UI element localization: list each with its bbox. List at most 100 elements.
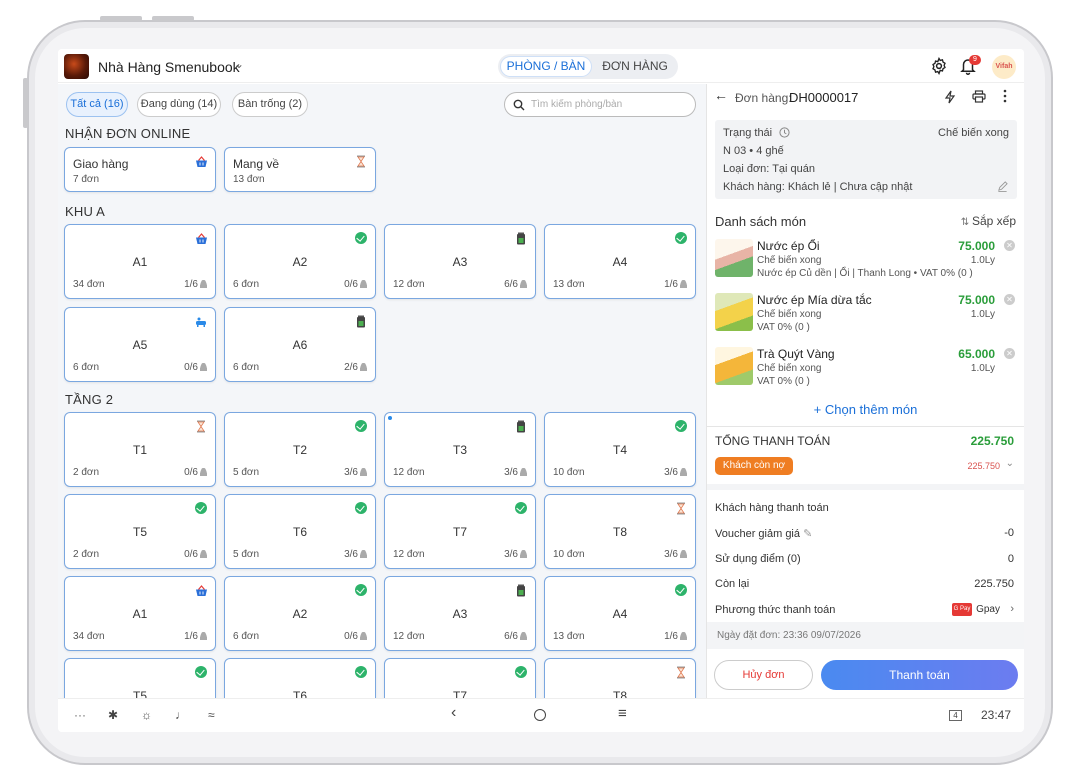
- table-card-a4[interactable]: A4 13 đơn 1/6: [544, 576, 696, 651]
- filter-busy[interactable]: Đang dùng (14): [137, 92, 221, 117]
- order-header: ← Đơn hàng: DH0000017: [707, 84, 1024, 110]
- seat-count: 0/6: [344, 631, 367, 642]
- brightness-icon[interactable]: ☼: [141, 708, 152, 722]
- remove-icon[interactable]: ✕: [1004, 294, 1015, 305]
- store-name[interactable]: Nhà Hàng Smenubook: [98, 59, 240, 75]
- table-card-t5[interactable]: T5 2 đơn 0/6: [64, 494, 216, 569]
- table-card-t7[interactable]: T7: [384, 658, 536, 698]
- table-card-a3[interactable]: A3 12 đơn 6/6: [384, 576, 536, 651]
- table-card-t6[interactable]: T6 5 đơn 3/6: [224, 494, 376, 569]
- delivery-count: 7 đơn: [73, 174, 100, 185]
- volume-icon[interactable]: ♩: [175, 708, 187, 722]
- table-card-t5[interactable]: T5: [64, 658, 216, 698]
- bluetooth-icon[interactable]: ✱: [108, 708, 118, 722]
- table-name: A3: [452, 607, 468, 621]
- seat-count: 1/6: [664, 279, 687, 290]
- split-icon[interactable]: [944, 90, 956, 104]
- table-card-t1[interactable]: T1 2 đơn 0/6: [64, 412, 216, 487]
- gear-icon[interactable]: [930, 57, 948, 75]
- seat-count: 0/6: [344, 279, 367, 290]
- order-type: Loại đơn: Tại quán: [723, 163, 816, 175]
- avatar[interactable]: Vifah: [992, 55, 1016, 79]
- recents-icon[interactable]: ≡: [618, 705, 627, 722]
- section-floor-2: TẦNG 2: [65, 392, 114, 407]
- table-name: T4: [612, 443, 627, 457]
- table-card-a2[interactable]: A2 6 đơn 0/6: [224, 576, 376, 651]
- remove-icon[interactable]: ✕: [1004, 348, 1015, 359]
- order-count: 5 đơn: [233, 549, 260, 560]
- cancel-order-button[interactable]: Hủy đơn: [714, 660, 813, 690]
- person-icon: [520, 632, 527, 640]
- filter-all[interactable]: Tất cả (16): [66, 92, 128, 117]
- section-online: NHẬN ĐƠN ONLINE: [65, 126, 191, 141]
- battery-icon: [355, 315, 367, 328]
- table-card-a2[interactable]: A2 6 đơn 0/6: [224, 224, 376, 299]
- top-bar: Nhà Hàng Smenubook ⌄ PHÒNG / BÀN ĐƠN HÀN…: [58, 49, 1024, 83]
- check-icon: [675, 420, 687, 432]
- check-icon: [675, 232, 687, 244]
- sort-button[interactable]: ⇅ Sắp xếp: [961, 214, 1016, 228]
- table-card-a1[interactable]: A1 34 đơn 1/6: [64, 576, 216, 651]
- tab-orders[interactable]: ĐƠN HÀNG: [594, 56, 676, 77]
- online-takeaway-card[interactable]: Mang về 13 đơn: [224, 147, 376, 192]
- remove-icon[interactable]: ✕: [1004, 240, 1015, 251]
- order-item[interactable]: Nước ép Mía dừa tắc Chế biến xong VAT 0% (…: [707, 293, 1024, 345]
- delivery-label: Giao hàng: [73, 157, 129, 171]
- table-card-a3[interactable]: A3 12 đơn 6/6: [384, 224, 536, 299]
- clock-icon: [779, 127, 790, 138]
- table-card-t4[interactable]: T4 10 đơn 3/6: [544, 412, 696, 487]
- table-card-t7[interactable]: T7 12 đơn 3/6: [384, 494, 536, 569]
- chevron-down-icon[interactable]: ⌄: [234, 57, 244, 71]
- back-nav-icon[interactable]: ‹: [451, 704, 456, 722]
- order-item[interactable]: Trà Quýt Vàng Chế biến xong VAT 0% (0 ) 65.…: [707, 347, 1024, 399]
- order-count: 6 đơn: [233, 279, 260, 290]
- table-name: A2: [292, 255, 308, 269]
- table-name: T7: [452, 689, 467, 698]
- table-name: T8: [612, 689, 627, 698]
- item-note: VAT 0% (0 ): [757, 322, 810, 333]
- edit-icon[interactable]: [997, 181, 1008, 192]
- wifi-icon[interactable]: ≈: [208, 708, 215, 722]
- order-count: 12 đơn: [393, 631, 425, 642]
- item-qty: 1.0Ly: [970, 363, 995, 374]
- takeaway-label: Mang về: [233, 157, 280, 171]
- online-delivery-card[interactable]: Giao hàng 7 đơn: [64, 147, 216, 192]
- more-vertical-icon[interactable]: [1003, 89, 1007, 103]
- filter-free[interactable]: Bàn trống (2): [232, 92, 308, 117]
- check-icon: [195, 666, 207, 678]
- order-item[interactable]: Nước ép Ổi Chế biến xong Nước ép Củ dền | …: [707, 239, 1024, 291]
- table-card-t3[interactable]: T3 12 đơn 3/6: [384, 412, 536, 487]
- voucher-label[interactable]: Voucher giảm giá ✎: [715, 527, 812, 540]
- chevron-right-icon[interactable]: ›: [1010, 603, 1014, 615]
- add-more-button[interactable]: + Chọn thêm món: [707, 402, 1024, 417]
- person-icon: [680, 550, 687, 558]
- table-info: N 03 • 4 ghế: [723, 145, 784, 157]
- more-icon[interactable]: ···: [74, 708, 86, 722]
- tab-rooms[interactable]: PHÒNG / BÀN: [500, 56, 592, 77]
- view-switch: PHÒNG / BÀN ĐƠN HÀNG: [498, 54, 678, 79]
- person-icon: [680, 280, 687, 288]
- order-id: DH0000017: [789, 90, 859, 105]
- table-card-a1[interactable]: A1 34 đơn 1/6: [64, 224, 216, 299]
- table-card-t6[interactable]: T6: [224, 658, 376, 698]
- search-input[interactable]: Tìm kiếm phòng/bàn: [504, 92, 696, 117]
- pay-button[interactable]: Thanh toán: [821, 660, 1018, 690]
- table-card-t8[interactable]: T8: [544, 658, 696, 698]
- table-card-a5[interactable]: A5 6 đơn 0/6: [64, 307, 216, 382]
- payment-method-value[interactable]: Gpay: [976, 604, 1000, 615]
- person-icon: [680, 632, 687, 640]
- printer-icon[interactable]: [972, 90, 986, 103]
- home-icon[interactable]: [534, 709, 546, 721]
- table-card-a4[interactable]: A4 13 đơn 1/6: [544, 224, 696, 299]
- table-card-t2[interactable]: T2 5 đơn 3/6: [224, 412, 376, 487]
- table-name: A6: [292, 338, 308, 352]
- recent-apps-count[interactable]: 4: [949, 710, 962, 721]
- table-card-t8[interactable]: T8 10 đơn 3/6: [544, 494, 696, 569]
- person-icon: [200, 632, 207, 640]
- chevron-down-icon[interactable]: ⌄: [1006, 458, 1014, 469]
- sort-icon: ⇅: [960, 217, 972, 228]
- table-card-a6[interactable]: A6 6 đơn 2/6: [224, 307, 376, 382]
- divider: [707, 426, 1024, 427]
- back-arrow-icon[interactable]: ←: [714, 87, 728, 103]
- edit-icon: ✎: [803, 528, 813, 540]
